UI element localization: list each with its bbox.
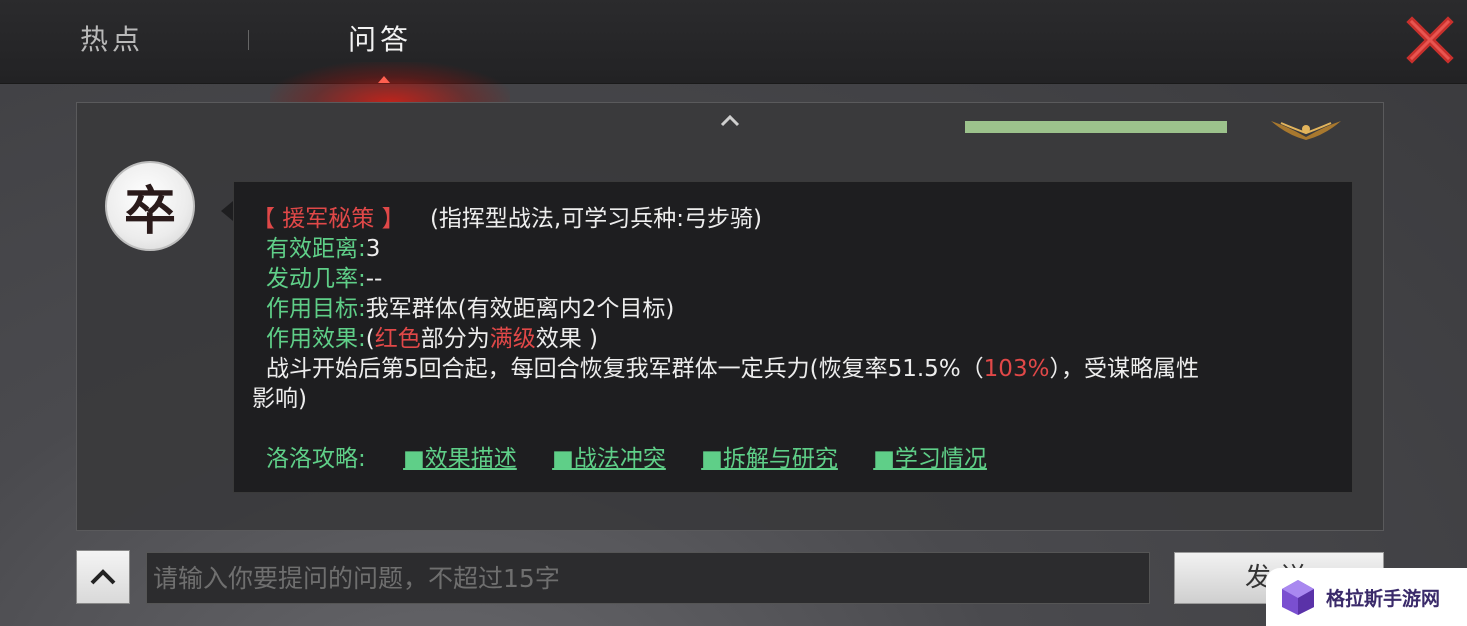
- skill-type: (指挥型战法,可学习兵种:弓步骑): [429, 206, 762, 232]
- link-learning-status[interactable]: ■学习情况: [873, 446, 987, 472]
- progress-fill: [965, 121, 1227, 133]
- close-icon: [1406, 16, 1454, 64]
- effect-mid: 部分为: [420, 326, 490, 352]
- effect-label: 作用效果:: [266, 326, 366, 352]
- guide-links: 洛洛攻略: ■效果描述 ■战法冲突 ■拆解与研究 ■学习情况: [252, 444, 1332, 474]
- description-line-2: 影响): [252, 386, 307, 412]
- skill-name: 【 援军秘策 】: [252, 206, 405, 232]
- expand-button[interactable]: [76, 550, 130, 604]
- skill-title-line: 【 援军秘策 】 (指挥型战法,可学习兵种:弓步骑): [252, 204, 1332, 234]
- watermark-logo-icon: [1282, 580, 1314, 615]
- rate-value: --: [365, 266, 383, 292]
- rate-line: 发动几率:--: [252, 264, 1332, 294]
- desc-red-value: 103%: [983, 356, 1050, 382]
- active-tab-glow: [270, 62, 510, 102]
- top-tab-bar: 热点 问答: [0, 0, 1467, 102]
- close-button[interactable]: [1406, 14, 1456, 64]
- active-tab-caret: [378, 76, 390, 83]
- desc-part2: ），受谋略属性: [1049, 356, 1199, 382]
- bubble-tail: [221, 201, 233, 221]
- desc-part1: 战斗开始后第5回合起，每回合恢复我军群体一定兵力(恢复率51.5%（: [266, 356, 984, 382]
- guide-label: 洛洛攻略:: [266, 446, 366, 472]
- tab-qa[interactable]: 问答: [348, 18, 412, 58]
- effect-red-word: 红色: [374, 326, 421, 352]
- tab-divider: [248, 30, 249, 50]
- rate-label: 发动几率:: [266, 266, 366, 292]
- target-label: 作用目标:: [266, 296, 366, 322]
- chat-panel: 卒 【 援军秘策 】 (指挥型战法,可学习兵种:弓步骑) 有效距离:3 发动几率…: [76, 102, 1384, 531]
- range-line: 有效距离:3: [252, 234, 1332, 264]
- watermark-text: 格拉斯手游网: [1326, 587, 1441, 610]
- chevron-up-icon: [90, 569, 116, 585]
- range-label: 有效距离:: [266, 236, 366, 262]
- range-value: 3: [365, 236, 381, 262]
- chevron-up-icon: [720, 114, 740, 127]
- target-value: 我军群体(有效距离内2个目标): [365, 296, 675, 322]
- answer-bubble: 【 援军秘策 】 (指挥型战法,可学习兵种:弓步骑) 有效距离:3 发动几率:-…: [233, 181, 1353, 493]
- progress-bar: [965, 121, 1227, 133]
- watermark: 格拉斯手游网: [1266, 568, 1467, 626]
- effect-full-word: 满级: [489, 326, 536, 352]
- link-dismantle-research[interactable]: ■拆解与研究: [701, 446, 838, 472]
- tab-hot[interactable]: 热点: [80, 18, 144, 58]
- description-line: 战斗开始后第5回合起，每回合恢复我军群体一定兵力(恢复率51.5%（103%），…: [252, 354, 1332, 384]
- effect-line: 作用效果:(红色部分为满级效果 ): [252, 324, 1332, 354]
- link-skill-conflict[interactable]: ■战法冲突: [552, 446, 666, 472]
- effect-end: 效果 ): [535, 326, 599, 352]
- rank-emblem-icon: [1269, 117, 1343, 141]
- question-input[interactable]: [146, 552, 1150, 604]
- avatar[interactable]: 卒: [105, 161, 195, 251]
- scroll-up-button[interactable]: [717, 109, 743, 131]
- effect-open: (: [365, 326, 375, 352]
- target-line: 作用目标:我军群体(有效距离内2个目标): [252, 294, 1332, 324]
- link-effect-description[interactable]: ■效果描述: [403, 446, 517, 472]
